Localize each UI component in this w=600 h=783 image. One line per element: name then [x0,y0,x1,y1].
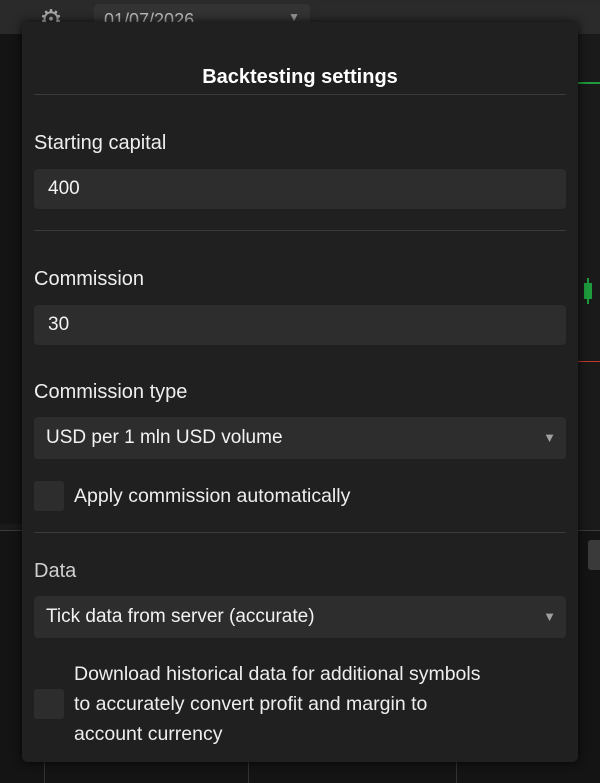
divider [34,94,566,95]
download-historical-line-2: to accurately convert profit and margin … [74,693,428,715]
candle [584,283,592,299]
chart-green-line [575,82,600,84]
download-historical-label: Download historical data for additional … [74,659,480,749]
side-tab[interactable] [588,540,600,570]
backtesting-settings-dialog: Backtesting settings Starting capital 40… [22,22,578,762]
grid-line [456,760,457,783]
starting-capital-input[interactable]: 400 [34,169,566,209]
chart-left-strip [0,34,23,524]
download-historical-line-3: account currency [74,723,223,745]
commission-type-value: USD per 1 mln USD volume [46,427,283,448]
apply-commission-label: Apply commission automatically [74,485,351,507]
commission-type-select[interactable]: USD per 1 mln USD volume ▼ [34,417,566,459]
starting-capital-label: Starting capital [34,132,167,154]
chevron-down-icon: ▼ [543,430,556,445]
divider [34,532,566,533]
chevron-down-icon: ▼ [543,609,556,624]
grid-line [44,760,45,783]
data-source-value: Tick data from server (accurate) [46,606,315,627]
divider [34,230,566,231]
chart-red-line [575,361,600,362]
data-label: Data [34,560,77,582]
apply-commission-checkbox[interactable] [34,481,64,511]
grid-line [248,760,249,783]
dialog-title: Backtesting settings [202,66,398,88]
data-source-select[interactable]: Tick data from server (accurate) ▼ [34,596,566,638]
commission-input[interactable]: 30 [34,305,566,345]
download-historical-line-1: Download historical data for additional … [74,663,481,685]
commission-label: Commission [34,268,145,290]
download-historical-checkbox[interactable] [34,689,64,719]
commission-type-label: Commission type [34,381,188,403]
